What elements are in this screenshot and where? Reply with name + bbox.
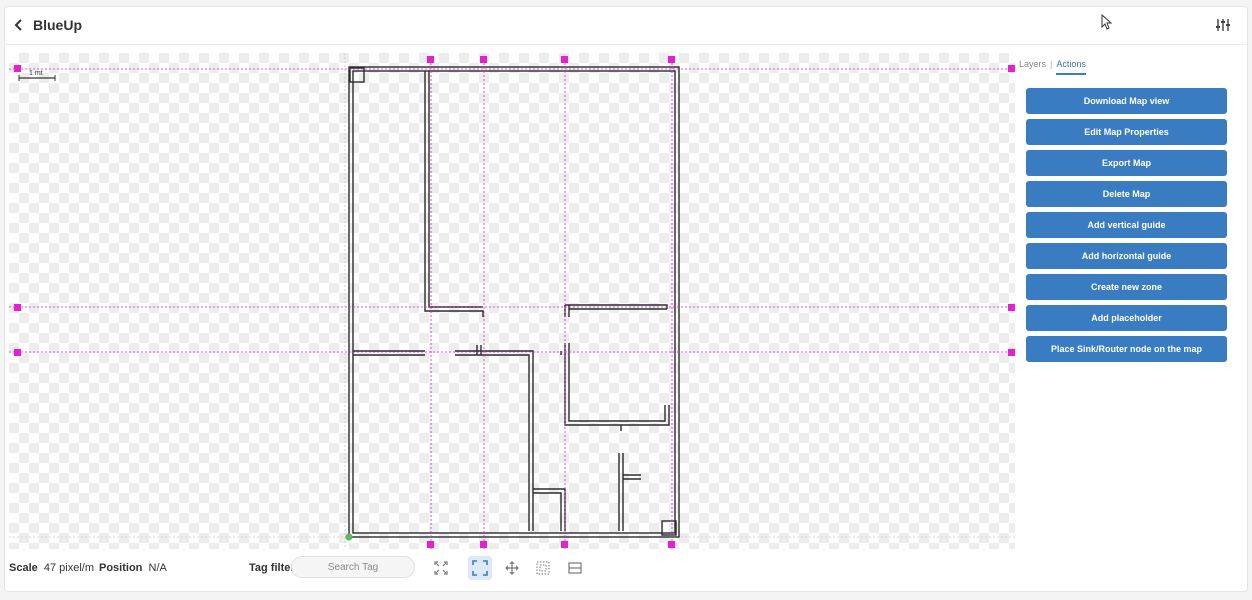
chevron-left-icon[interactable] bbox=[11, 17, 27, 33]
map-canvas[interactable]: 1 mt bbox=[9, 53, 1015, 549]
actions-list: Download Map view Edit Map Properties Ex… bbox=[1026, 88, 1227, 367]
add-placeholder-button[interactable]: Add placeholder bbox=[1026, 305, 1227, 331]
footer-toolbar: Scale 47 pixel/m Position N/A Tag filter bbox=[5, 553, 1247, 583]
guide-handles[interactable] bbox=[14, 56, 1015, 548]
side-panel: Layers | Actions Download Map view Edit Ma… bbox=[1017, 53, 1243, 549]
position-label: Position bbox=[99, 562, 143, 574]
position-readout: Position N/A bbox=[99, 562, 167, 574]
floor-plan bbox=[348, 66, 680, 538]
frame-select-icon[interactable] bbox=[468, 556, 492, 580]
scale-readout: Scale 47 pixel/m bbox=[9, 562, 94, 574]
tab-actions[interactable]: Actions bbox=[1056, 59, 1086, 75]
delete-map-button[interactable]: Delete Map bbox=[1026, 181, 1227, 207]
scale-label: Scale bbox=[9, 562, 38, 574]
mouse-cursor-icon bbox=[1101, 14, 1113, 30]
tag-filter-label: Tag filter bbox=[249, 562, 295, 574]
create-new-zone-button[interactable]: Create new zone bbox=[1026, 274, 1227, 300]
sliders-icon[interactable] bbox=[1215, 17, 1231, 33]
search-tag-input[interactable] bbox=[291, 556, 415, 578]
fit-screen-icon[interactable] bbox=[429, 556, 453, 580]
add-vertical-guide-button[interactable]: Add vertical guide bbox=[1026, 212, 1227, 238]
grid-select-icon[interactable] bbox=[531, 556, 555, 580]
scale-value: 47 pixel/m bbox=[43, 562, 95, 574]
tab-layers[interactable]: Layers bbox=[1019, 59, 1046, 73]
add-horizontal-guide-button[interactable]: Add horizontal guide bbox=[1026, 243, 1227, 269]
place-sink-router-node-button[interactable]: Place Sink/Router node on the map bbox=[1026, 336, 1227, 362]
download-map-view-button[interactable]: Download Map view bbox=[1026, 88, 1227, 114]
tab-separator: | bbox=[1050, 59, 1053, 69]
app-title: BlueUp bbox=[33, 17, 82, 33]
export-map-button[interactable]: Export Map bbox=[1026, 150, 1227, 176]
guide-lines bbox=[9, 59, 1015, 549]
app-window: BlueUp 1 mt Layers | Actions Download Ma… bbox=[4, 6, 1248, 592]
edit-map-properties-button[interactable]: Edit Map Properties bbox=[1026, 119, 1227, 145]
move-icon[interactable] bbox=[500, 556, 524, 580]
origin-point bbox=[345, 533, 353, 541]
grid-lines bbox=[9, 53, 1015, 549]
side-tabs: Layers | Actions bbox=[1019, 59, 1086, 75]
scale-indicator-label: 1 mt bbox=[29, 70, 43, 77]
scale-indicator: 1 mt bbox=[18, 70, 56, 81]
position-value: N/A bbox=[148, 562, 167, 574]
horizontal-guide-icon[interactable] bbox=[563, 556, 587, 580]
header: BlueUp bbox=[5, 7, 1247, 45]
